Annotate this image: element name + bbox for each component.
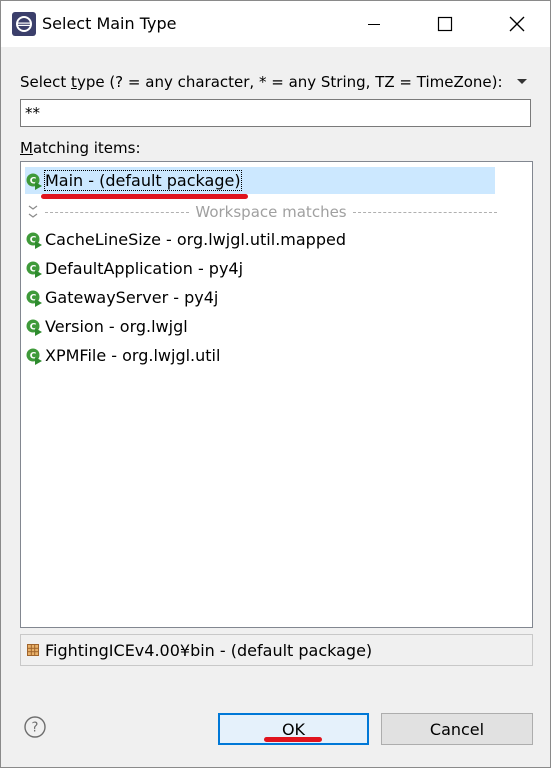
double-chevron-icon (28, 205, 38, 218)
select-type-label-suffix: ype (? = any character, * = any String, … (76, 73, 503, 91)
eclipse-icon (12, 12, 36, 36)
list-item[interactable]: C CacheLineSize - org.lwjgl.util.mapped (25, 226, 346, 253)
close-icon (509, 16, 525, 32)
help-icon[interactable]: ? (23, 715, 47, 739)
close-button[interactable] (494, 1, 540, 47)
window-title: Select Main Type (42, 14, 177, 33)
list-item-label: GatewayServer - py4j (45, 288, 219, 307)
package-icon (27, 644, 39, 656)
list-item-main[interactable]: C Main - (default package) (25, 167, 495, 194)
main-class-icon: C (26, 348, 42, 365)
package-label: FightingICEv4.00¥bin - (default package) (45, 640, 373, 660)
annotation-underline-ok (264, 737, 322, 742)
list-item[interactable]: C XPMFile - org.lwjgl.util (25, 342, 220, 369)
matching-items-label: Matching items: (20, 137, 141, 159)
svg-text:?: ? (32, 721, 39, 736)
list-item[interactable]: C Version - org.lwjgl (25, 313, 188, 340)
separator-line-right (352, 211, 497, 213)
main-class-icon: C (26, 319, 42, 336)
view-menu-chevron-down-icon[interactable] (513, 73, 531, 91)
list-item-label: CacheLineSize - org.lwjgl.util.mapped (45, 230, 346, 249)
ok-button-label: OK (281, 719, 306, 739)
minimize-icon (368, 24, 380, 25)
cancel-button-label: Cancel (429, 719, 485, 739)
select-main-type-dialog: Select Main Type Select type (? = any ch… (0, 0, 551, 768)
annotation-underline-main (41, 194, 248, 199)
main-class-icon: C (26, 173, 42, 190)
maximize-icon (437, 16, 453, 32)
list-item-label: Version - org.lwjgl (45, 317, 188, 336)
package-info-box: FightingICEv4.00¥bin - (default package) (20, 634, 533, 666)
minimize-button[interactable] (351, 1, 397, 47)
list-item-label: XPMFile - org.lwjgl.util (45, 346, 221, 365)
select-type-label-prefix: Select (20, 73, 72, 91)
matching-items-list[interactable]: C Main - (default package) Workspace mat… (20, 161, 533, 628)
list-item[interactable]: C DefaultApplication - py4j (25, 255, 243, 282)
search-input[interactable] (20, 99, 531, 127)
list-item[interactable]: C GatewayServer - py4j (25, 284, 218, 311)
cancel-button[interactable]: Cancel (381, 713, 533, 745)
separator-line-left (45, 211, 190, 213)
select-type-label: Select type (? = any character, * = any … (20, 71, 503, 93)
main-class-icon: C (26, 232, 42, 249)
separator-label: Workspace matches (195, 203, 347, 221)
main-class-icon: C (26, 261, 42, 278)
list-item-label: DefaultApplication - py4j (45, 259, 244, 278)
title-bar: Select Main Type (1, 1, 550, 47)
maximize-button[interactable] (422, 1, 468, 47)
matching-items-label-mnemonic: M (20, 139, 33, 157)
workspace-matches-separator: Workspace matches (25, 200, 497, 224)
main-class-icon: C (26, 290, 42, 307)
list-item-label: Main - (default package) (44, 170, 242, 191)
matching-items-label-rest: atching items: (32, 139, 141, 157)
